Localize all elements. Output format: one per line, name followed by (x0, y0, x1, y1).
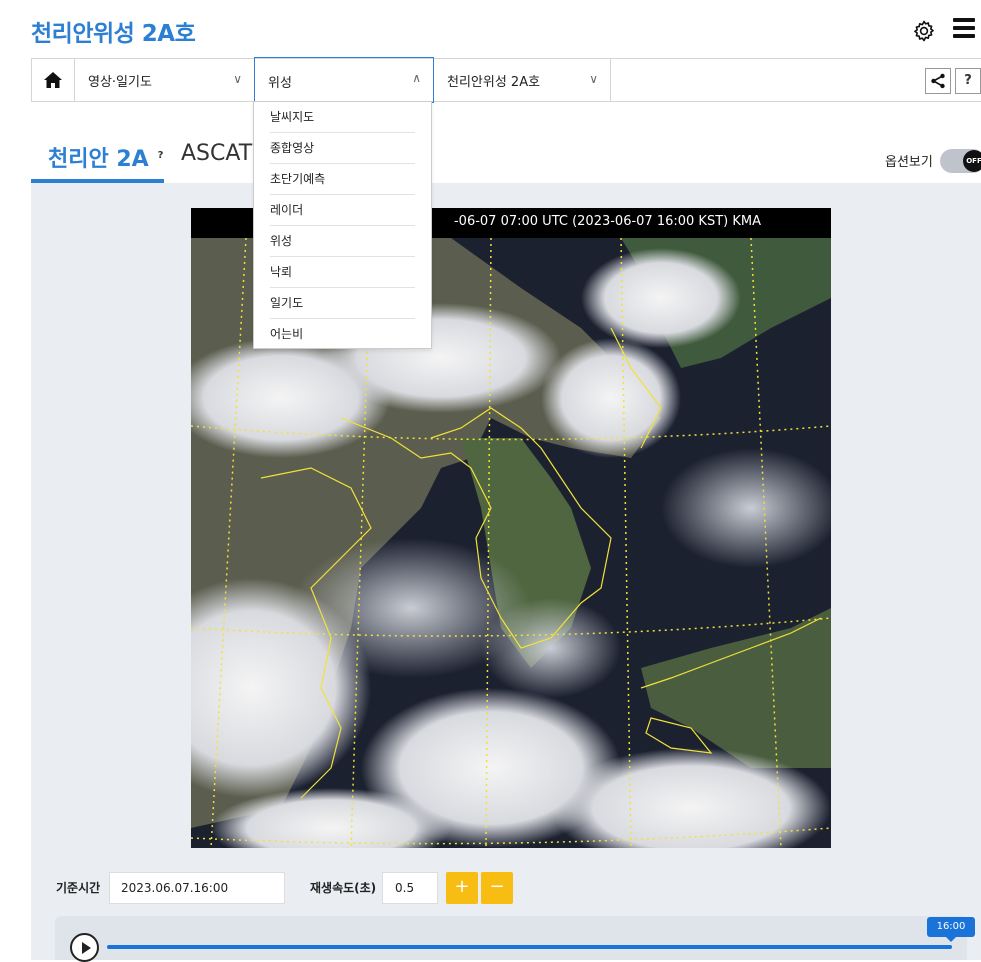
satellite-select-label: 천리안위성 2A호 (447, 75, 541, 90)
home-icon (44, 72, 62, 88)
page-title: 천리안위성 2A호 (31, 21, 196, 47)
speed-increase-button[interactable]: + (446, 872, 478, 904)
base-time-input[interactable]: 2023.06.07.16:00 (109, 872, 285, 904)
gear-icon[interactable] (912, 19, 936, 43)
dropdown-item-freezing-rain[interactable]: 어는비 (270, 319, 415, 350)
dropdown-item-composite[interactable]: 종합영상 (270, 133, 415, 164)
subcategory-select[interactable]: 위성 ∧ (254, 57, 434, 103)
dropdown-item-lightning[interactable]: 낙뢰 (270, 257, 415, 288)
subcategory-dropdown: 날씨지도 종합영상 초단기예측 레이더 위성 낙뢰 일기도 어는비 (253, 101, 432, 349)
option-view-toggle[interactable]: OFF (940, 149, 981, 173)
help-icon[interactable]: ? (153, 148, 168, 163)
share-icon (931, 73, 945, 89)
nav-bar: 영상·일기도 ∨ 위성 ∧ 천리안위성 2A호 ∨ ? (31, 57, 981, 103)
chevron-down-icon: ∨ (589, 72, 598, 86)
help-button[interactable]: ? (955, 68, 981, 94)
chevron-up-icon: ∧ (412, 71, 421, 85)
play-icon[interactable] (70, 933, 99, 962)
home-button[interactable] (32, 59, 75, 101)
base-time-label: 기준시간 (56, 881, 101, 895)
category-select-label: 영상·일기도 (88, 75, 152, 90)
tab-chollian-2a-label: 천리안 2A (48, 147, 149, 172)
timeline-track[interactable] (107, 945, 952, 949)
play-speed-input[interactable]: 0.5 (382, 872, 438, 904)
category-select[interactable]: 영상·일기도 ∨ (75, 59, 255, 101)
toggle-knob: OFF (963, 150, 981, 172)
timeline-handle-label[interactable]: 16:00 (927, 917, 975, 942)
play-speed-label: 재생속도(초) (310, 881, 377, 895)
dropdown-item-weather-chart[interactable]: 일기도 (270, 288, 415, 319)
timeline-bar: 16:00 (55, 916, 975, 962)
dropdown-item-weather-map[interactable]: 날씨지도 (270, 102, 415, 133)
dropdown-item-satellite[interactable]: 위성 (270, 226, 415, 257)
chevron-down-icon: ∨ (233, 72, 242, 86)
dropdown-item-nowcast[interactable]: 초단기예측 (270, 164, 415, 195)
satellite-select[interactable]: 천리안위성 2A호 ∨ (434, 59, 611, 101)
hamburger-menu-icon[interactable] (953, 18, 975, 40)
option-view-label: 옵션보기 (885, 155, 933, 170)
subcategory-select-label: 위성 (268, 76, 292, 91)
dropdown-item-radar[interactable]: 레이더 (270, 195, 415, 226)
speed-decrease-button[interactable]: − (481, 872, 513, 904)
image-timestamp: -06-07 07:00 UTC (2023-06-07 16:00 KST) … (453, 214, 761, 229)
tab-chollian-2a[interactable]: 천리안 2A ? (31, 134, 168, 183)
share-button[interactable] (925, 68, 951, 94)
tab-ascat[interactable]: ASCAT (181, 141, 252, 166)
tab-bar: 천리안 2A ? ASCAT 옵션보기 OFF (31, 134, 981, 183)
